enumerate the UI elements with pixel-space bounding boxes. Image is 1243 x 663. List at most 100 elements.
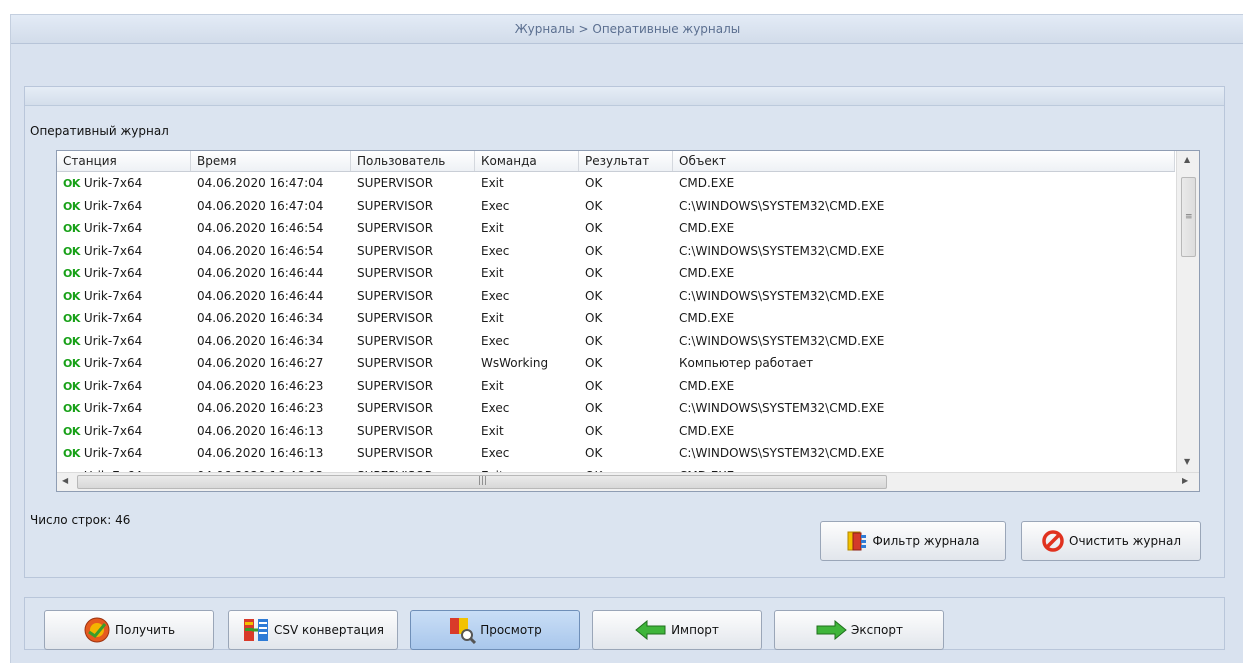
- table-row[interactable]: OK Urik-7x64 04.06.2020 16:46:54 SUPERVISOR…: [57, 217, 1175, 240]
- clear-journal-button[interactable]: Очистить журнал: [1021, 521, 1201, 561]
- scroll-down-icon[interactable]: ▼: [1184, 457, 1190, 466]
- status-ok-icon: OK: [63, 379, 80, 393]
- get-button[interactable]: Получить: [44, 610, 214, 650]
- cell-command: Exit: [481, 266, 504, 280]
- convert-table-icon: [242, 616, 270, 644]
- receive-disc-icon: [83, 616, 111, 644]
- cell-user: SUPERVISOR: [357, 198, 434, 213]
- horizontal-scrollbar[interactable]: ◀ ||| ▶: [57, 472, 1199, 491]
- station-name: Urik-7x64: [83, 446, 143, 460]
- cell-result: OK: [585, 266, 603, 280]
- table-row[interactable]: OK Urik-7x64 04.06.2020 16:46:23 SUPERVISOR…: [57, 375, 1175, 398]
- cell-station: OKUrik-7x64: [57, 307, 191, 330]
- journal-title: Оперативный журнал: [30, 124, 169, 138]
- column-header-object[interactable]: Объект: [673, 151, 1175, 171]
- table-row[interactable]: OK Urik-7x64 04.06.2020 16:46:27 SUPERVISOR…: [57, 352, 1175, 375]
- breadcrumb: Журналы > Оперативные журналы: [11, 15, 1243, 44]
- cell-user: SUPERVISOR: [357, 356, 434, 370]
- cell-object: CMD.EXE: [673, 465, 1175, 473]
- cell-object: C:\WINDOWS\SYSTEM32\CMD.EXE: [679, 288, 885, 303]
- column-header-station[interactable]: Станция: [57, 151, 191, 171]
- horizontal-scroll-thumb[interactable]: |||: [77, 475, 887, 489]
- panel-header-strip: [25, 87, 1224, 106]
- row-count: Число строк: 46: [30, 513, 131, 527]
- import-label: Импорт: [671, 623, 719, 637]
- station-name: Urik-7x64: [83, 198, 143, 213]
- cell-user: SUPERVISOR: [357, 333, 434, 348]
- table-row[interactable]: OK Urik-7x64 04.06.2020 16:46:34 SUPERVISOR…: [57, 307, 1175, 330]
- vertical-scroll-thumb[interactable]: ≡: [1181, 177, 1196, 257]
- cell-command: Exec: [481, 288, 510, 303]
- cell-object: CMD.EXE: [679, 423, 735, 438]
- status-ok-icon: OK: [63, 357, 80, 370]
- cell-command: Exit: [481, 378, 504, 393]
- station-name: Urik-7x64: [83, 243, 143, 258]
- status-ok-icon: OK: [63, 312, 80, 325]
- cell-user: SUPERVISOR: [357, 176, 434, 190]
- cell-station: OKUrik-7x64: [57, 285, 191, 308]
- cell-command: Exec: [481, 198, 510, 213]
- vertical-scrollbar[interactable]: ▲ ≡ ▼: [1176, 151, 1199, 473]
- cell-command: Exec: [481, 333, 510, 348]
- cell-station: OKUrik-7x64: [57, 262, 191, 285]
- table-row[interactable]: OK Urik-7x64 04.06.2020 16:46:13 SUPERVISOR…: [57, 420, 1175, 443]
- column-header-time[interactable]: Время: [191, 151, 351, 171]
- cell-station: OKUrik-7x64: [57, 465, 191, 473]
- cell-station: OKUrik-7x64: [57, 240, 191, 263]
- cell-station: OKUrik-7x64: [57, 195, 191, 218]
- cell-station: OKUrik-7x64: [57, 352, 191, 375]
- table-row[interactable]: OKUrik-7x6404.06.2020 16:46:03SUPERVISOR…: [57, 465, 1175, 473]
- cell-time: 04.06.2020 16:46:54: [197, 243, 324, 258]
- cell-object: CMD.EXE: [679, 176, 735, 190]
- cell-command: Exit: [475, 465, 579, 473]
- cell-object: C:\WINDOWS\SYSTEM32\CMD.EXE: [679, 446, 885, 460]
- cell-time: 04.06.2020 16:46:27: [197, 356, 324, 370]
- cell-time: 04.06.2020 16:47:04: [197, 198, 324, 213]
- cell-time: 04.06.2020 16:46:44: [197, 288, 324, 303]
- cell-object: CMD.EXE: [679, 311, 735, 325]
- cell-time: 04.06.2020 16:46:34: [197, 311, 324, 325]
- export-button[interactable]: Экспорт: [774, 610, 944, 650]
- view-search-icon: [448, 616, 477, 644]
- cell-user: SUPERVISOR: [351, 465, 475, 473]
- cell-command: Exec: [481, 401, 510, 415]
- cell-result: OK: [585, 423, 603, 438]
- cell-object: C:\WINDOWS\SYSTEM32\CMD.EXE: [679, 401, 885, 415]
- cell-object: C:\WINDOWS\SYSTEM32\CMD.EXE: [679, 243, 885, 258]
- cell-time: 04.06.2020 16:46:13: [197, 423, 324, 438]
- filter-journal-button[interactable]: Фильтр журнала: [820, 521, 1006, 561]
- table-row[interactable]: OK Urik-7x64 04.06.2020 16:46:13 SUPERVISOR…: [57, 442, 1175, 465]
- table-row[interactable]: OK Urik-7x64 04.06.2020 16:46:23 SUPERVISOR…: [57, 397, 1175, 420]
- cell-user: SUPERVISOR: [357, 378, 434, 393]
- status-ok-icon: OK: [63, 447, 80, 460]
- table-row[interactable]: OK Urik-7x64 04.06.2020 16:46:44 SUPERVISOR…: [57, 262, 1175, 285]
- table-row[interactable]: OK Urik-7x64 04.06.2020 16:47:04 SUPERVISOR…: [57, 195, 1175, 218]
- column-header-result[interactable]: Результат: [579, 151, 673, 171]
- scroll-left-icon[interactable]: ◀: [62, 476, 68, 485]
- cell-user: SUPERVISOR: [357, 221, 434, 235]
- table-row[interactable]: OK Urik-7x64 04.06.2020 16:46:54 SUPERVISOR…: [57, 240, 1175, 263]
- journal-table[interactable]: Станция Время Пользователь Команда Резул…: [56, 150, 1200, 492]
- scroll-up-icon[interactable]: ▲: [1184, 155, 1190, 164]
- cell-time: 04.06.2020 16:46:54: [197, 221, 324, 235]
- cell-station: OKUrik-7x64: [57, 397, 191, 420]
- status-ok-icon: OK: [63, 334, 80, 348]
- cell-result: OK: [585, 378, 603, 393]
- table-row[interactable]: OK Urik-7x64 04.06.2020 16:46:44 SUPERVISOR…: [57, 285, 1175, 308]
- scroll-right-icon[interactable]: ▶: [1182, 476, 1188, 485]
- table-row[interactable]: OK Urik-7x64 04.06.2020 16:47:04 SUPERVISOR…: [57, 172, 1175, 195]
- cell-time: 04.06.2020 16:46:23: [197, 378, 324, 393]
- cell-command: Exec: [481, 243, 510, 258]
- csv-convert-button[interactable]: CSV конвертация: [228, 610, 398, 650]
- table-row[interactable]: OK Urik-7x64 04.06.2020 16:46:34 SUPERVISOR…: [57, 330, 1175, 353]
- import-button[interactable]: Импорт: [592, 610, 762, 650]
- cell-result: OK: [585, 333, 603, 348]
- csv-convert-label: CSV конвертация: [273, 623, 385, 637]
- cell-time: 04.06.2020 16:46:23: [197, 401, 324, 415]
- station-name: Urik-7x64: [83, 423, 143, 438]
- column-header-user[interactable]: Пользователь: [351, 151, 475, 171]
- column-header-command[interactable]: Команда: [475, 151, 579, 171]
- view-button[interactable]: Просмотр: [410, 610, 580, 650]
- cell-object: CMD.EXE: [679, 266, 735, 280]
- station-name: Urik-7x64: [83, 356, 143, 370]
